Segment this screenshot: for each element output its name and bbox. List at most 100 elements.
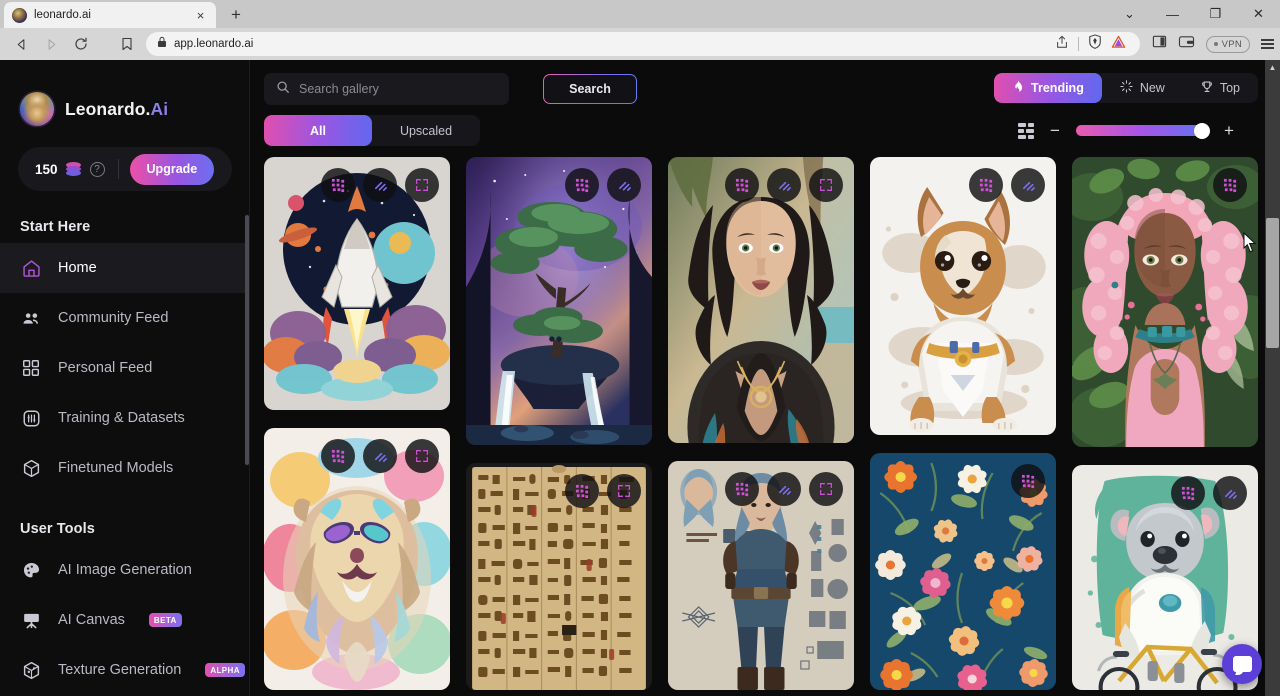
zoom-slider-knob[interactable] <box>1194 122 1210 139</box>
brand-logo-group[interactable]: Leonardo.Ai <box>0 60 250 126</box>
remix-icon[interactable] <box>565 474 599 508</box>
page-scrollbar[interactable]: ▲ <box>1265 60 1280 696</box>
address-bar[interactable]: app.leonardo.ai <box>146 32 1140 56</box>
grid-squares-icon <box>20 357 42 379</box>
zoom-in-button[interactable]: + <box>1222 122 1236 139</box>
minimize-icon[interactable]: — <box>1151 0 1194 28</box>
scroll-up-arrow[interactable]: ▲ <box>1265 60 1280 75</box>
expand-icon[interactable] <box>809 472 843 506</box>
page-scrollbar-thumb[interactable] <box>1266 218 1279 348</box>
gallery-card[interactable] <box>668 461 854 690</box>
gallery-card[interactable] <box>1072 157 1258 447</box>
back-icon[interactable] <box>6 31 36 57</box>
remix-icon[interactable] <box>1011 464 1045 498</box>
sidebar-scrollbar-thumb[interactable] <box>245 215 249 465</box>
zoom-slider[interactable] <box>1076 122 1210 139</box>
sidebar-item-label: Finetuned Models <box>58 460 174 476</box>
hamburger-menu-icon[interactable] <box>1261 39 1274 49</box>
reload-icon[interactable] <box>66 31 96 57</box>
card-actions <box>1213 168 1247 202</box>
intercom-chat-icon[interactable] <box>1222 644 1262 684</box>
window-close-icon[interactable]: ✕ <box>1237 0 1280 28</box>
remix-icon[interactable] <box>321 439 355 473</box>
sidebar-item-training-datasets[interactable]: Training & Datasets <box>0 393 250 443</box>
tab-upscaled[interactable]: Upscaled <box>372 115 480 146</box>
sidebar-section-user-tools: User Tools <box>20 521 95 537</box>
cube-icon <box>20 457 42 479</box>
upscale-icon[interactable] <box>1011 168 1045 202</box>
filter-tabs: All Upscaled <box>264 115 480 146</box>
upscale-icon[interactable] <box>363 168 397 202</box>
upscale-icon[interactable] <box>363 439 397 473</box>
sidebar-item-label: Community Feed <box>58 310 169 326</box>
app-sidebar: Leonardo.Ai 150 ? Upgrade Start Here Hom… <box>0 60 250 696</box>
sidebar-item-ai-canvas[interactable]: AI Canvas BETA <box>0 595 250 645</box>
gallery-card[interactable] <box>870 453 1056 690</box>
upscale-icon[interactable] <box>607 168 641 202</box>
share-icon[interactable] <box>1055 35 1069 54</box>
maximize-icon[interactable]: ❐ <box>1194 0 1237 28</box>
browser-tab[interactable]: leonardo.ai × <box>4 2 216 28</box>
new-tab-button[interactable]: + <box>223 2 249 28</box>
tab-trending[interactable]: Trending <box>994 73 1102 103</box>
close-icon[interactable]: × <box>193 9 208 22</box>
vpn-status-dot <box>1213 42 1218 46</box>
window-controls: ⌄ — ❐ ✕ <box>1108 0 1280 28</box>
expand-icon[interactable] <box>607 474 641 508</box>
grid-density-icon[interactable] <box>1018 122 1034 139</box>
remix-icon[interactable] <box>321 168 355 202</box>
remix-icon[interactable] <box>725 472 759 506</box>
sidebar-item-texture-generation[interactable]: Texture Generation ALPHA <box>0 645 250 695</box>
remix-icon[interactable] <box>1171 476 1205 510</box>
search-input[interactable] <box>299 82 497 96</box>
expand-icon[interactable] <box>405 439 439 473</box>
expand-icon[interactable] <box>405 168 439 202</box>
gallery-card[interactable] <box>264 157 450 410</box>
upgrade-button[interactable]: Upgrade <box>129 153 215 185</box>
gallery-card[interactable] <box>466 157 652 445</box>
bookmark-icon[interactable] <box>112 31 142 57</box>
sidebar-nav-start-here: Home Community Feed Personal Feed Traini… <box>0 243 250 493</box>
brave-leo-icon[interactable] <box>1111 35 1126 54</box>
card-actions <box>969 168 1045 202</box>
sidebar-panel-icon[interactable] <box>1152 34 1167 54</box>
upscale-icon[interactable] <box>767 168 801 202</box>
lock-icon <box>157 35 167 53</box>
gallery-column <box>264 157 450 690</box>
community-icon <box>20 307 42 329</box>
status-badge: BETA <box>148 613 182 627</box>
tab-top[interactable]: Top <box>1183 73 1258 103</box>
sidebar-item-label: Training & Datasets <box>58 410 185 426</box>
help-circle-icon[interactable]: ? <box>89 161 105 177</box>
vpn-button[interactable]: VPN <box>1205 35 1250 53</box>
remix-icon[interactable] <box>1213 168 1247 202</box>
sidebar-item-finetuned-models[interactable]: Finetuned Models <box>0 443 250 493</box>
zoom-controls: − + <box>1018 115 1236 146</box>
tab-new[interactable]: New <box>1102 73 1183 103</box>
url-text: app.leonardo.ai <box>174 38 254 50</box>
wallet-icon[interactable] <box>1178 34 1195 54</box>
upscale-icon[interactable] <box>767 472 801 506</box>
gallery-card[interactable] <box>668 157 854 443</box>
gallery-card[interactable] <box>264 428 450 690</box>
sidebar-item-home[interactable]: Home <box>0 243 250 293</box>
sidebar-item-community-feed[interactable]: Community Feed <box>0 293 250 343</box>
sidebar-item-personal-feed[interactable]: Personal Feed <box>0 343 250 393</box>
gallery-card[interactable] <box>870 157 1056 435</box>
sidebar-scrollbar[interactable] <box>245 60 249 696</box>
search-box[interactable] <box>264 73 509 105</box>
search-button[interactable]: Search <box>543 74 637 104</box>
chevron-down-icon[interactable]: ⌄ <box>1108 0 1151 28</box>
sidebar-item-ai-image-generation[interactable]: AI Image Generation <box>0 545 250 595</box>
sort-tabs: Trending New Top <box>994 73 1258 103</box>
expand-icon[interactable] <box>809 168 843 202</box>
gallery-card[interactable] <box>466 463 652 690</box>
brave-shield-icon[interactable] <box>1088 34 1102 54</box>
remix-icon[interactable] <box>565 168 599 202</box>
upscale-icon[interactable] <box>1213 476 1247 510</box>
remix-icon[interactable] <box>725 168 759 202</box>
tab-all[interactable]: All <box>264 115 372 146</box>
sparkle-icon <box>1120 80 1133 96</box>
zoom-out-button[interactable]: − <box>1048 122 1062 139</box>
remix-icon[interactable] <box>969 168 1003 202</box>
